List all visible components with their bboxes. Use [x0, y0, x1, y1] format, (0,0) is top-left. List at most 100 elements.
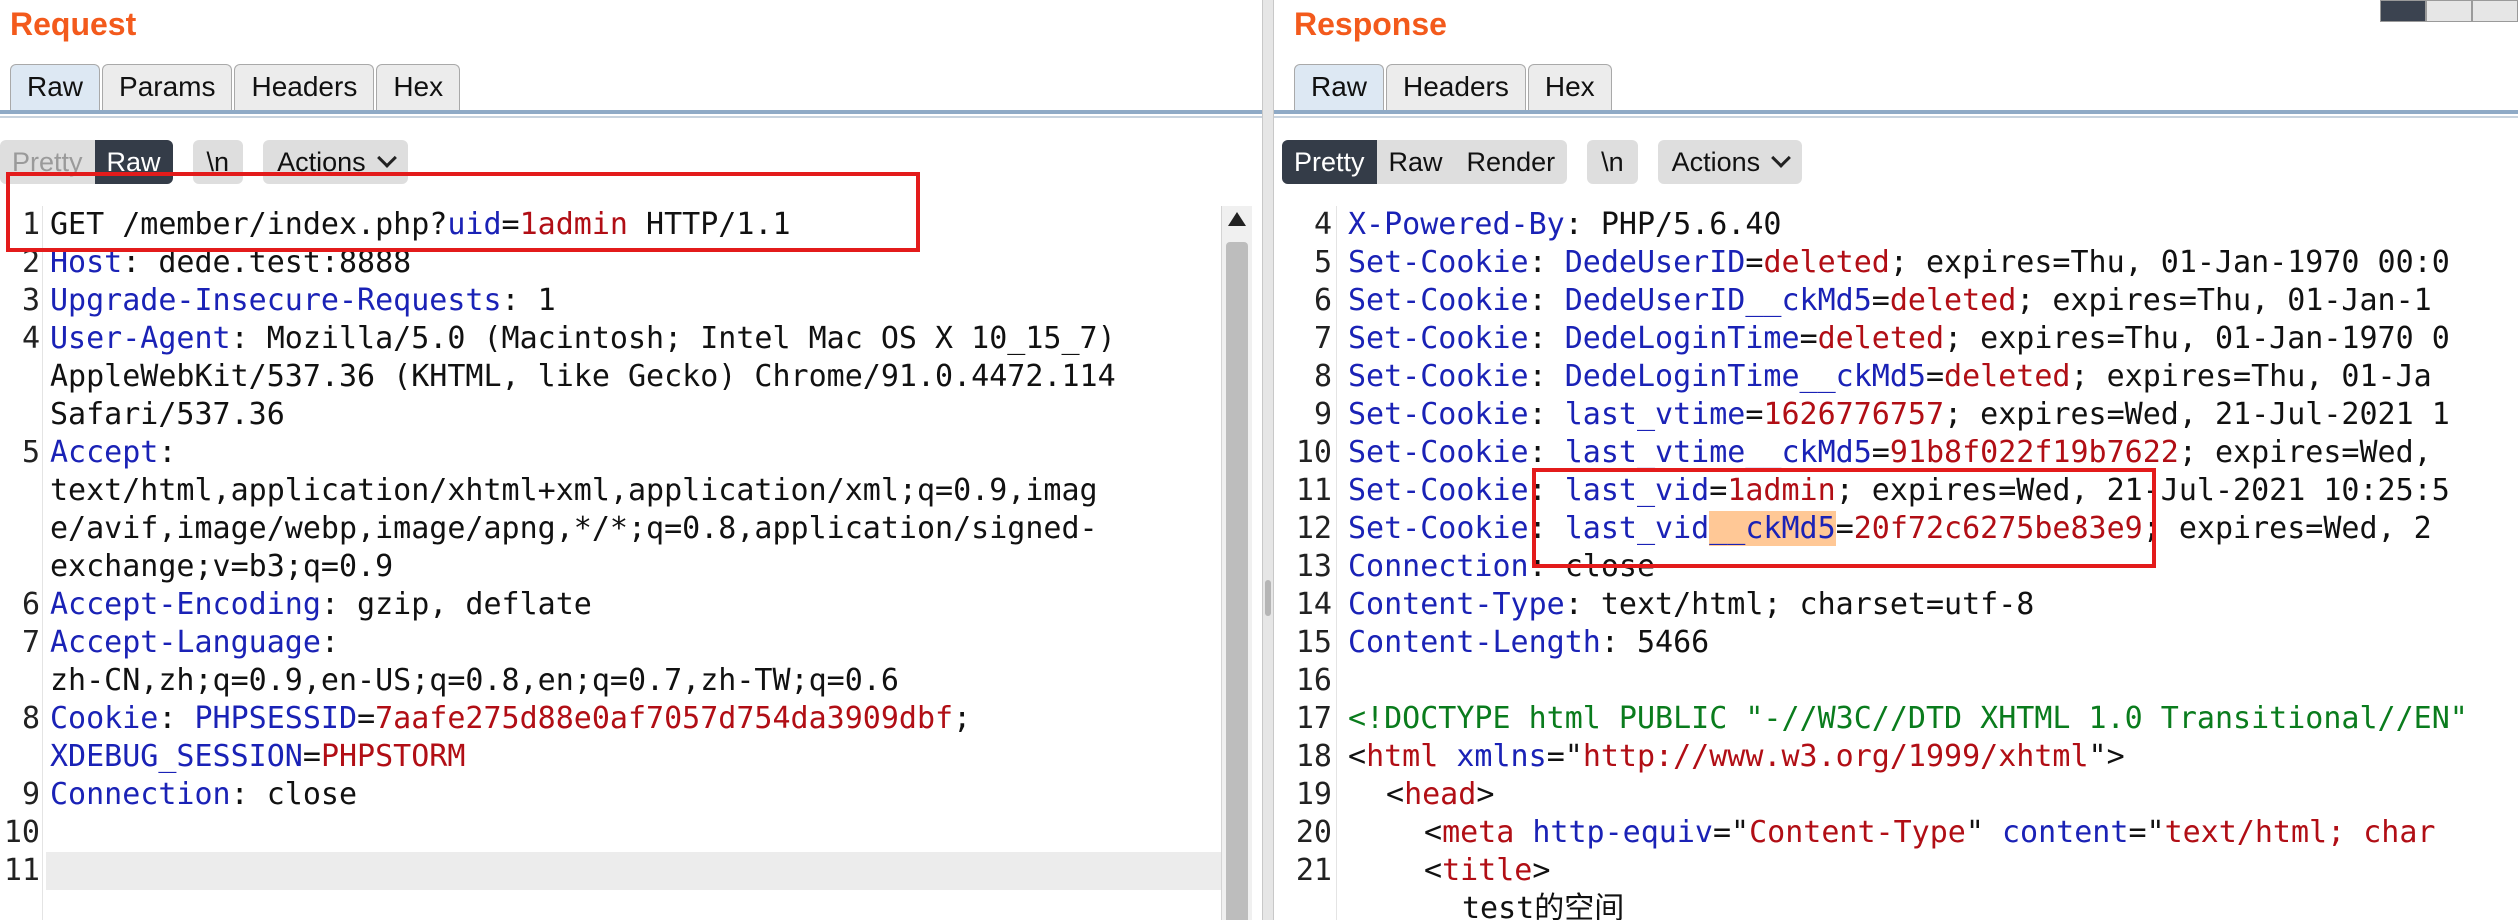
request-tab-params[interactable]: Params — [102, 64, 233, 110]
code-line: Set-Cookie: DedeLoginTime=deleted; expir… — [1348, 320, 2450, 358]
code-token: 1626776757 — [1763, 397, 1945, 432]
layout-split-icon[interactable] — [2380, 0, 2426, 22]
code-token: ; expires=Thu, 01-Jan-1970 0 — [1944, 321, 2450, 356]
code-token: Upgrade-Insecure-Requests — [50, 283, 502, 318]
code-line: exchange;v=b3;q=0.9 — [50, 548, 393, 586]
layout-buttons — [2380, 0, 2518, 22]
code-line: test的空间 — [1462, 890, 1624, 920]
code-token: Set-Cookie — [1348, 321, 1529, 356]
pane-splitter[interactable] — [1262, 0, 1274, 920]
layout-single-icon[interactable] — [2472, 0, 2518, 22]
response-actions-button[interactable]: Actions — [1657, 140, 1803, 184]
line-number: 4 — [21, 321, 40, 356]
request-editor[interactable]: 1 2 3 4 5 6 7 8 9 10 11 GET /member/index.php?uid=… — [0, 206, 1262, 920]
code-token: = — [1799, 321, 1818, 356]
code-token: < — [1348, 739, 1367, 774]
code-token: ; expires=Wed, 2 — [2142, 511, 2432, 546]
line-number: 8 — [1313, 359, 1332, 394]
code-token: http-equiv — [1532, 815, 1713, 850]
code-token: DedeLoginTime__ckMd5 — [1564, 359, 1926, 394]
response-tab-headers[interactable]: Headers — [1386, 64, 1526, 110]
request-current-line — [46, 852, 1230, 890]
code-token: DedeUserID__ckMd5 — [1564, 283, 1872, 318]
code-token: User-Agent — [50, 321, 231, 356]
code-token: Safari/537.36 — [50, 397, 285, 432]
line-number: 5 — [1313, 245, 1332, 280]
code-token: = — [1925, 359, 1945, 394]
code-token: Accept-Language — [50, 625, 321, 660]
request-tab-headers[interactable]: Headers — [234, 64, 375, 110]
request-tab-raw[interactable]: Raw — [10, 64, 101, 110]
code-line: <meta http-equiv="Content-Type" content=… — [1424, 814, 2436, 852]
code-token: : PHP/5.6.40 — [1564, 207, 1782, 242]
line-number: 16 — [1295, 663, 1332, 698]
code-line: Set-Cookie: DedeUserID__ckMd5=deleted; e… — [1348, 282, 2432, 320]
line-number: 11 — [1295, 473, 1332, 508]
response-title: Response — [1294, 6, 1447, 42]
response-raw-button[interactable]: Raw — [1377, 140, 1455, 184]
code-token: : — [1528, 321, 1565, 356]
line-number: 7 — [21, 625, 40, 660]
code-line: text/html,application/xhtml+xml,applicat… — [50, 472, 1098, 510]
line-number: 18 — [1295, 739, 1332, 774]
response-tab-raw[interactable]: Raw — [1294, 64, 1385, 110]
code-token: last_vtime__ckMd5 — [1564, 435, 1872, 470]
response-pretty-button[interactable]: Pretty — [1282, 140, 1377, 184]
code-token: xmlns — [1456, 739, 1547, 774]
request-tab-hex[interactable]: Hex — [376, 64, 461, 110]
request-scrollbar-thumb[interactable] — [1226, 242, 1248, 920]
code-token: deleted — [1763, 245, 1890, 280]
layout-horizontal-icon[interactable] — [2426, 0, 2472, 22]
code-line: Set-Cookie: DedeUserID=deleted; expires=… — [1348, 244, 2450, 282]
code-token: ; expires=Thu, 01-Jan-1 — [2016, 283, 2432, 318]
response-newline-button[interactable]: \n — [1587, 140, 1638, 184]
code-token: " — [1965, 815, 2002, 850]
code-token: Set-Cookie — [1348, 435, 1529, 470]
code-token: = — [1871, 283, 1890, 318]
code-token: test的空间 — [1462, 891, 1625, 920]
code-token: deleted — [1817, 321, 1945, 356]
code-token: Set-Cookie — [1348, 359, 1529, 394]
code-line: e/avif,image/webp,image/apng,*/*;q=0.8,a… — [50, 510, 1098, 548]
code-token: exchange;v=b3;q=0.9 — [50, 549, 394, 584]
code-token: : — [320, 625, 339, 660]
code-line: <head> — [1386, 776, 1494, 814]
chevron-down-icon — [376, 148, 397, 168]
code-token: last_vtime — [1564, 397, 1746, 432]
scroll-up-arrow-icon[interactable] — [1228, 212, 1246, 226]
code-token: Connection — [1348, 549, 1529, 584]
code-line: <title> — [1424, 852, 1550, 890]
request-scrollbar[interactable] — [1221, 206, 1252, 920]
code-token: Set-Cookie — [1348, 283, 1529, 318]
request-title: Request — [10, 6, 137, 42]
line-number: 9 — [1313, 397, 1332, 432]
code-token: Cookie — [50, 701, 159, 736]
code-token: : gzip, deflate — [320, 587, 592, 622]
line-number: 8 — [21, 701, 40, 736]
code-token: : — [1528, 359, 1565, 394]
line-number: 14 — [1295, 587, 1332, 622]
code-line: X-Powered-By: PHP/5.6.40 — [1348, 206, 1782, 244]
code-token: http://www.w3.org/1999/xhtml — [1582, 739, 2089, 774]
response-tab-hex[interactable]: Hex — [1527, 64, 1612, 110]
code-token: < — [1424, 815, 1443, 850]
code-token: "> — [2088, 739, 2125, 774]
code-token: =" — [1546, 739, 1583, 774]
code-token: < — [1424, 853, 1443, 888]
response-tabs-divider — [1274, 110, 2518, 114]
line-number: 6 — [21, 587, 40, 622]
code-token: Content-Type — [1749, 815, 1966, 850]
code-token: 7aafe275d88e0af7057d754da3909dbf — [375, 701, 954, 736]
code-token: : 1 — [501, 283, 556, 318]
code-token: zh-CN,zh;q=0.9,en-US;q=0.8,en;q=0.7,zh-T… — [50, 663, 899, 698]
code-token: meta — [1442, 815, 1515, 850]
code-token: XDEBUG_SESSION — [50, 739, 303, 774]
response-view-toggle: Pretty Raw Render — [1282, 140, 1568, 184]
code-token: PHPSTORM — [320, 739, 466, 774]
splitter-grip[interactable] — [1265, 580, 1271, 616]
response-render-button[interactable]: Render — [1455, 140, 1568, 184]
code-token: PHPSESSID — [194, 701, 358, 736]
code-token: > — [1476, 777, 1495, 812]
line-number: 17 — [1295, 701, 1332, 736]
